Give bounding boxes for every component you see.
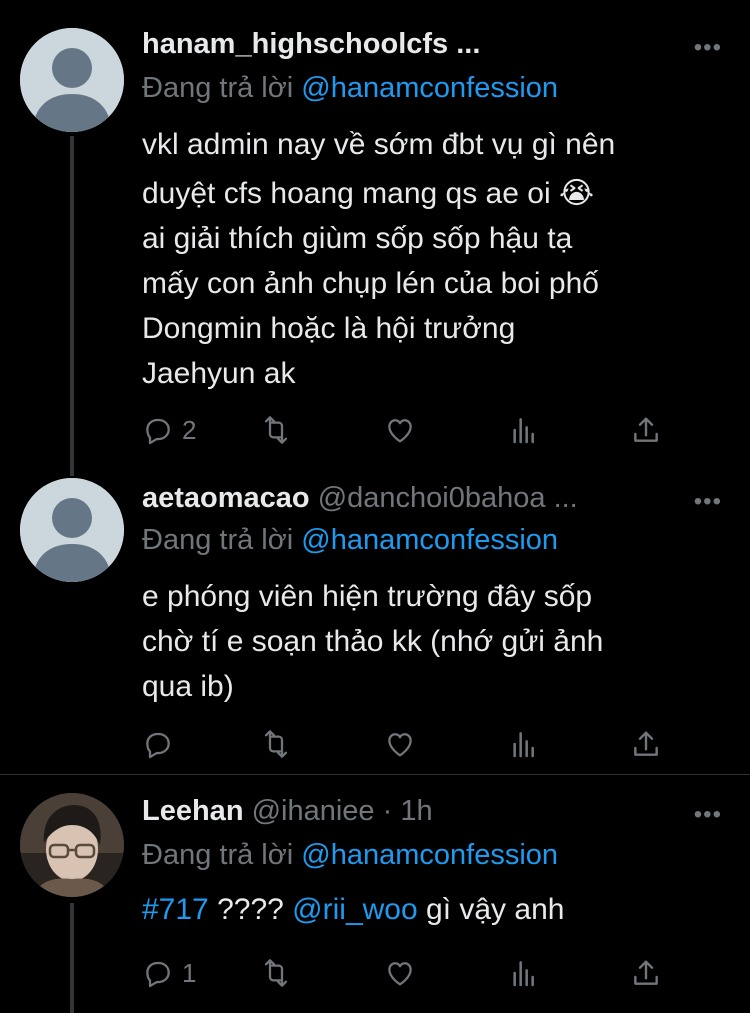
like-button[interactable]	[384, 953, 416, 993]
heart-icon	[388, 733, 412, 757]
reply-context: Đang trả lời @hanamconfession	[142, 524, 558, 557]
thread-line	[70, 470, 74, 476]
reply-prefix: Đang trả lời	[142, 72, 294, 104]
share-button[interactable]	[630, 410, 662, 450]
share-button[interactable]	[630, 724, 662, 764]
display-name[interactable]: hanam_highschoolcfs ...	[142, 28, 480, 60]
reply-bubble-icon	[146, 961, 170, 988]
reply-button[interactable]: 1	[142, 953, 196, 993]
share-upload-icon	[634, 417, 658, 442]
reply-bubble-icon	[146, 732, 170, 759]
reply-count: 1	[182, 957, 197, 988]
share-button[interactable]	[630, 953, 662, 993]
tweet-text: e phóng viên hiện trường đây sốp chờ tí …	[142, 574, 712, 709]
text-line: qua ib)	[142, 670, 234, 703]
text-line: #717 ???? @rii_woo gì vậy anh	[142, 887, 712, 932]
profile-photo-icon	[20, 793, 124, 897]
avatar-default[interactable]	[20, 478, 124, 582]
reply-button[interactable]: 2	[142, 410, 196, 450]
heart-icon	[388, 419, 412, 443]
text-line: duyệt cfs hoang mang qs ae oi 😭	[142, 177, 594, 210]
tweet-header: Leehan @ihaniee · 1h	[142, 795, 728, 835]
like-button[interactable]	[384, 410, 416, 450]
text-line: mấy con ảnh chụp lén của boi phố	[142, 267, 599, 300]
body-text: ????	[208, 893, 293, 926]
retweet-button[interactable]	[260, 410, 292, 450]
tweet-1[interactable]: hanam_highschoolcfs ... ••• Đang trả lời…	[0, 0, 750, 476]
retweet-button[interactable]	[260, 724, 292, 764]
action-bar: 1	[142, 953, 662, 993]
tweet-text: vkl admin nay về sớm đbt vụ gì nên duyệt…	[142, 122, 712, 396]
handle[interactable]: @danchoi0bahoa ...	[318, 482, 578, 514]
more-dots-icon[interactable]: •••	[694, 488, 722, 516]
views-button[interactable]	[508, 953, 540, 993]
tweet-2[interactable]: aetaomacao @danchoi0bahoa ... ••• Đang t…	[0, 470, 750, 774]
display-name[interactable]: Leehan	[142, 795, 244, 827]
share-upload-icon	[634, 731, 658, 756]
text-line: ai giải thích giùm sốp sốp hậu tạ	[142, 222, 573, 255]
hashtag-link[interactable]: #717	[142, 893, 209, 926]
reply-mention[interactable]: @hanamconfession	[301, 839, 558, 871]
default-avatar-icon	[20, 28, 124, 132]
retweet-icon	[264, 416, 288, 444]
default-avatar-icon	[20, 478, 124, 582]
text-line: Jaehyun ak	[142, 357, 296, 390]
text-line: Dongmin hoặc là hội trưởng	[142, 312, 516, 345]
display-name[interactable]: aetaomacao	[142, 482, 310, 514]
tweet-3[interactable]: Leehan @ihaniee · 1h ••• Đang trả lời @h…	[0, 775, 750, 1013]
reply-button[interactable]	[142, 724, 182, 764]
reply-context: Đang trả lời @hanamconfession	[142, 839, 558, 872]
reply-context: Đang trả lời @hanamconfession	[142, 72, 558, 105]
reply-count: 2	[182, 414, 197, 445]
analytics-bars-icon	[513, 418, 534, 444]
avatar-photo[interactable]	[20, 793, 124, 897]
text-line: chờ tí e soạn thảo kk (nhớ gửi ảnh	[142, 625, 604, 658]
views-button[interactable]	[508, 410, 540, 450]
retweet-button[interactable]	[260, 953, 292, 993]
tweet-text: #717 ???? @rii_woo gì vậy anh	[142, 887, 712, 932]
thread-line	[70, 903, 74, 1013]
reply-mention[interactable]: @hanamconfession	[301, 524, 558, 556]
mention-link[interactable]: @rii_woo	[292, 893, 418, 926]
views-button[interactable]	[508, 724, 540, 764]
share-upload-icon	[634, 960, 658, 985]
reply-prefix: Đang trả lời	[142, 839, 294, 871]
reply-mention[interactable]: @hanamconfession	[301, 72, 558, 104]
thread-line	[70, 136, 74, 476]
handle[interactable]: @ihaniee · 1h	[252, 795, 433, 827]
text-line: e phóng viên hiện trường đây sốp	[142, 580, 593, 613]
body-text: gì vậy anh	[417, 893, 565, 926]
action-bar: 2	[142, 410, 662, 450]
more-dots-icon[interactable]: •••	[694, 34, 722, 62]
action-bar	[142, 724, 662, 764]
like-button[interactable]	[384, 724, 416, 764]
tweet-header: aetaomacao @danchoi0bahoa ...	[142, 482, 728, 522]
analytics-bars-icon	[513, 961, 534, 987]
retweet-icon	[264, 730, 288, 758]
retweet-icon	[264, 959, 288, 987]
avatar-default[interactable]	[20, 28, 124, 132]
reply-bubble-icon	[146, 418, 170, 445]
tweet-header: hanam_highschoolcfs ...	[142, 28, 728, 68]
more-dots-icon[interactable]: •••	[694, 801, 722, 829]
heart-icon	[388, 962, 412, 986]
analytics-bars-icon	[513, 732, 534, 758]
text-line: vkl admin nay về sớm đbt vụ gì nên	[142, 128, 616, 161]
reply-prefix: Đang trả lời	[142, 524, 294, 556]
